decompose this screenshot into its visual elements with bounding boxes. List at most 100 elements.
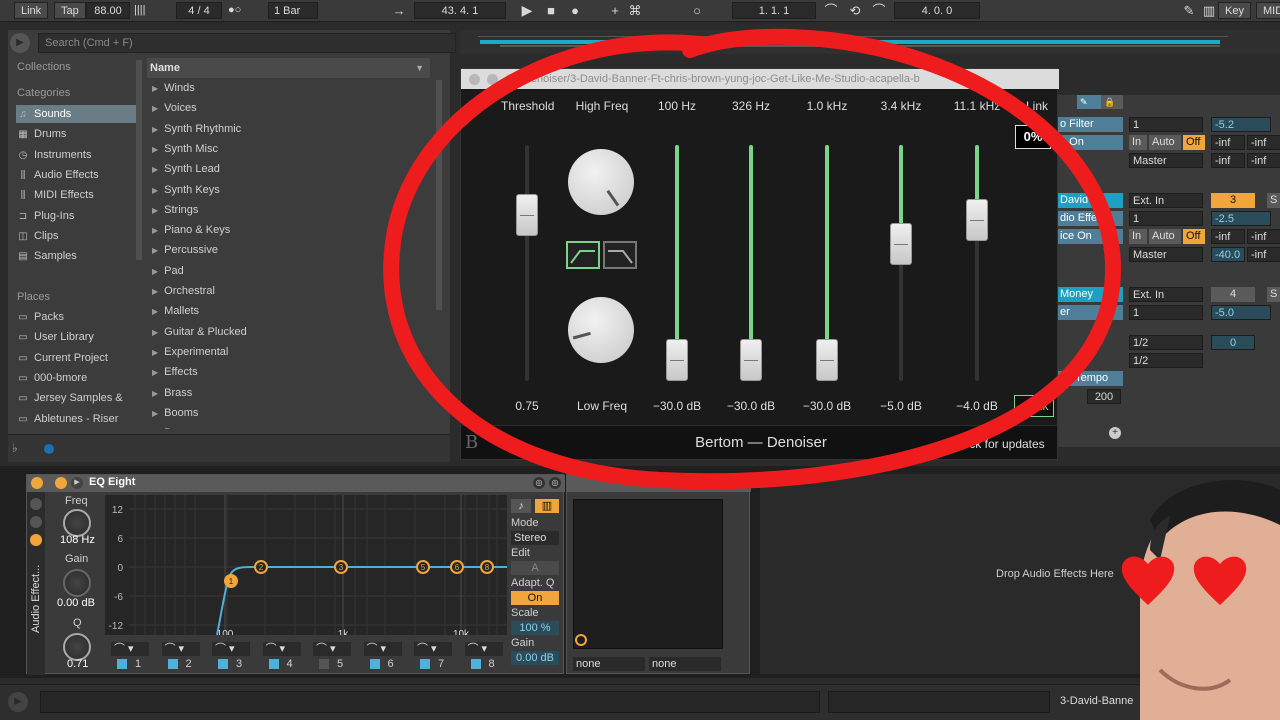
expand-arrow-icon[interactable]: ▶ [152, 104, 158, 113]
info-toggle-icon[interactable]: ▶ [8, 692, 28, 712]
sidebar-item-plugins[interactable]: ⊐ Plug-Ins [16, 207, 75, 225]
band-filter-type-select[interactable]: ⌒ ▾ [161, 642, 200, 656]
high-freq-knob[interactable] [568, 149, 634, 215]
track2-monitor-auto[interactable]: Auto [1149, 229, 1181, 244]
expand-arrow-icon[interactable]: ▶ [152, 409, 158, 418]
eq-hotswap-icon[interactable]: ◎ [549, 477, 561, 489]
headphone-audition-icon[interactable]: ♪ [511, 499, 531, 513]
track2-fx[interactable]: dio Effect [1057, 211, 1123, 226]
adaptive-q-toggle[interactable]: On [511, 591, 559, 605]
place-jersey-samples[interactable]: ▭ Jersey Samples & [16, 389, 134, 407]
track3-volume[interactable]: -5.0 [1211, 305, 1271, 320]
spectrum-icon[interactable]: ▥ [535, 499, 559, 513]
x-mapping-select[interactable]: none [573, 657, 645, 671]
browser-list-item[interactable]: ▶ Voices [152, 98, 197, 118]
expand-arrow-icon[interactable]: ▶ [152, 328, 158, 337]
sidebar-item-drums[interactable]: ▦ Drums [16, 125, 66, 143]
browser-list-item[interactable]: ▶ Experimental [152, 342, 228, 362]
track1-input-type[interactable]: o Filter [1057, 117, 1123, 132]
slider-handle-b111k[interactable] [966, 199, 988, 242]
track2-name[interactable]: David- [1057, 193, 1123, 208]
y-mapping-select[interactable]: none [649, 657, 721, 671]
chain-icon[interactable] [30, 498, 42, 510]
slider-handle-b326[interactable] [740, 339, 762, 381]
slider-handle-b34k[interactable] [890, 222, 912, 265]
overdub-icon[interactable]: + [606, 2, 624, 19]
zoom-window-icon[interactable] [505, 74, 516, 85]
device-drop-zone[interactable]: Drop Audio Effects Here [760, 474, 1280, 674]
eq-play-icon[interactable]: ▶ [71, 477, 83, 489]
eq-band-node[interactable]: 6 [450, 560, 464, 574]
edit-button[interactable]: A [511, 561, 559, 575]
time-signature-field[interactable]: 4 / 4 [176, 2, 222, 19]
metronome-icon[interactable]: ●○ [228, 2, 241, 19]
eq-power-icon[interactable] [55, 477, 67, 489]
band-enable-toggle[interactable] [369, 659, 380, 669]
track3-channel[interactable]: 1 [1129, 305, 1203, 320]
eq-header[interactable]: ▶ EQ Eight ◎ ◎ [27, 475, 565, 492]
highpass-filter-button[interactable] [566, 241, 600, 269]
tempo-nudge-icon[interactable]: |||| [134, 2, 145, 19]
track2-send[interactable]: -40.0 [1211, 247, 1245, 262]
sort-arrow-icon[interactable]: ▼ [415, 58, 424, 78]
sidebar-item-instruments[interactable]: ◷ Instruments [16, 146, 92, 164]
browser-list-item[interactable]: ▶ Synth Misc [152, 139, 218, 159]
eq-band-node[interactable]: 1 [224, 574, 238, 588]
band-enable-toggle[interactable] [167, 659, 178, 669]
macro-icon[interactable] [30, 534, 42, 546]
expand-arrow-icon[interactable]: ▶ [152, 206, 158, 215]
sidebar-item-sounds[interactable]: ♫ Sounds [16, 105, 136, 123]
browser-list-item[interactable]: ▶ Brass [152, 383, 192, 403]
eq-band-node[interactable]: 3 [334, 560, 348, 574]
mix-percent-display[interactable]: 0% [1015, 125, 1051, 149]
punch-in-icon[interactable]: ⌒ [822, 2, 840, 19]
expand-arrow-icon[interactable]: ▶ [152, 165, 158, 174]
automation-arm-icon[interactable]: ⌘ [626, 2, 644, 19]
track1-monitor-off[interactable]: Off [1183, 135, 1205, 150]
arrangement-overview[interactable] [460, 30, 1280, 54]
slider-track-threshold[interactable] [525, 145, 529, 381]
track3-tempo-mode[interactable]: ng Tempo [1057, 371, 1123, 386]
loop-switch-icon[interactable]: ⟲ [846, 2, 864, 19]
follow-icon[interactable]: → [390, 2, 408, 19]
track3-input[interactable]: Ext. In [1129, 287, 1203, 302]
eq-band-node[interactable]: 5 [416, 560, 430, 574]
track1-volume[interactable]: -5.2 [1211, 117, 1271, 132]
device-activator-icon[interactable] [31, 477, 43, 489]
track3-fx[interactable]: er [1057, 305, 1123, 320]
browser-list-item[interactable]: ▶ Orchestral [152, 281, 215, 301]
track2-solo[interactable]: S [1267, 193, 1280, 208]
slider-handle-threshold[interactable] [516, 193, 538, 236]
track1-monitor-auto[interactable]: Auto [1149, 135, 1181, 150]
track1-monitor-in[interactable]: In [1129, 135, 1147, 150]
track1-monitor[interactable]: o On [1057, 135, 1123, 150]
browser-list-item[interactable]: ▶ Mallets [152, 301, 199, 321]
eq-save-icon[interactable]: ◎ [533, 477, 545, 489]
record-icon[interactable]: ● [566, 2, 584, 19]
lowpass-filter-button[interactable] [603, 241, 637, 269]
track1-output[interactable]: Master [1129, 153, 1203, 168]
list-scrollbar[interactable] [436, 80, 442, 310]
band-filter-type-select[interactable]: ⌒ ▾ [212, 642, 250, 656]
browser-list-item[interactable]: ▶ Percussive [152, 240, 218, 260]
eq-band-node[interactable]: 8 [480, 560, 494, 574]
song-position-field[interactable]: 43. 4. 1 [414, 2, 506, 19]
track2-monitor-in[interactable]: In [1129, 229, 1147, 244]
clip-bar[interactable] [740, 40, 1220, 44]
browser-list-item[interactable]: ▶ Synth Rhythmic [152, 119, 241, 139]
band-enable-toggle[interactable] [268, 659, 279, 669]
track2-input[interactable]: Ext. In [1129, 193, 1203, 208]
track2-channel[interactable]: 1 [1129, 211, 1203, 226]
track1-input-channel[interactable]: 1 [1129, 117, 1203, 132]
low-freq-knob[interactable] [568, 297, 634, 363]
gain-value[interactable]: 0.00 dB [57, 597, 95, 609]
band-enable-toggle[interactable] [218, 659, 228, 669]
band-filter-type-select[interactable]: ⌒ ▾ [464, 642, 503, 656]
headphones-icon[interactable]: ♭ [12, 441, 30, 457]
expand-arrow-icon[interactable]: ▶ [152, 307, 158, 316]
keyboard-icon[interactable]: ▥ [1200, 2, 1218, 19]
expand-arrow-icon[interactable]: ▶ [152, 186, 158, 195]
play-icon[interactable]: ▶ [518, 2, 536, 19]
eq-band-node[interactable]: 2 [254, 560, 268, 574]
browser-list-item[interactable]: ▶ Booms [152, 403, 198, 423]
